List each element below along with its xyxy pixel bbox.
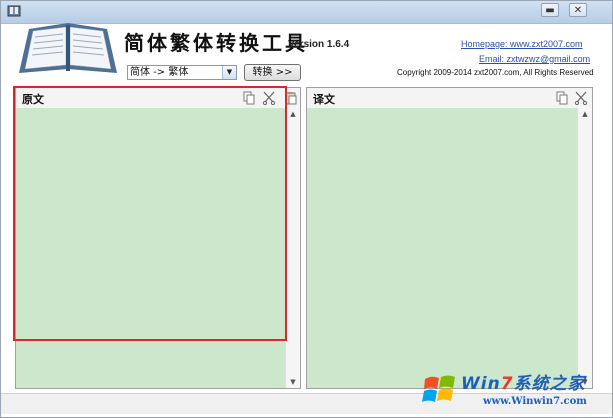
source-scrollbar[interactable]: ▲ ▼ xyxy=(285,108,300,388)
copy-icon[interactable] xyxy=(242,91,256,105)
direction-select[interactable]: 简体 -> 繁体 ▼ xyxy=(127,65,237,80)
minimize-button[interactable]: ▬ xyxy=(541,3,559,17)
windows-logo-icon xyxy=(422,375,455,402)
watermark-url: www.Winwin7.com xyxy=(483,396,587,407)
source-panel-header: 原文 xyxy=(16,88,300,109)
convert-button[interactable]: 转换 >> xyxy=(244,64,301,81)
watermark-brand-post: 系统之家 xyxy=(513,374,586,394)
target-scrollbar[interactable]: ▲ ▼ xyxy=(577,108,592,388)
cut-icon[interactable] xyxy=(574,91,588,105)
copyright-text: Copyright 2009-2014 zxt2007.com, All Rig… xyxy=(397,68,594,77)
watermark: Win7系统之家 www.Winwin7.com xyxy=(419,365,611,415)
target-panel: 译文 ▲ ▼ xyxy=(306,87,593,389)
target-panel-header: 译文 xyxy=(307,88,592,109)
cut-icon[interactable] xyxy=(262,91,276,105)
watermark-brand-num: 7 xyxy=(500,374,514,394)
book-logo-icon xyxy=(19,23,117,73)
source-panel-title: 原文 xyxy=(22,93,44,106)
app-title: 简体繁体转换工具 xyxy=(124,31,308,55)
app-window: ▬ ✕ 简体繁体转换工具 Version 1.6.4 简体 -> 繁体 ▼ 转换… xyxy=(0,0,613,418)
version-label: Version 1.6.4 xyxy=(288,39,350,50)
chevron-down-icon[interactable]: ▼ xyxy=(222,66,236,79)
target-panel-title: 译文 xyxy=(313,93,335,106)
email-link[interactable]: Email: zxtwzwz@gmail.com xyxy=(479,54,590,64)
source-panel: 原文 ▲ ▼ xyxy=(15,87,301,389)
target-text-area[interactable] xyxy=(307,108,578,388)
scroll-up-icon[interactable]: ▲ xyxy=(286,108,300,120)
scroll-up-icon[interactable]: ▲ xyxy=(578,108,592,120)
source-text-area[interactable] xyxy=(16,108,286,388)
paste-icon[interactable] xyxy=(284,91,298,105)
close-button[interactable]: ✕ xyxy=(569,3,587,17)
homepage-link[interactable]: Homepage: www.zxt2007.com xyxy=(461,39,583,49)
watermark-brand: Win7系统之家 xyxy=(461,369,586,394)
direction-select-value: 简体 -> 繁体 xyxy=(130,67,189,78)
copy-icon[interactable] xyxy=(555,91,569,105)
watermark-brand-pre: Win xyxy=(461,374,501,394)
scroll-down-icon[interactable]: ▼ xyxy=(286,376,300,388)
book-app-icon xyxy=(7,5,21,17)
